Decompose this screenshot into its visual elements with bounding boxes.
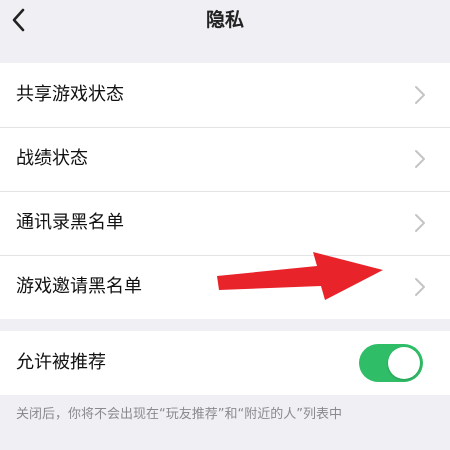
chevron-right-icon (415, 150, 425, 168)
chevron-right-icon (415, 278, 425, 296)
allow-recommend-toggle[interactable] (359, 344, 423, 382)
page-title: 隐私 (205, 9, 244, 31)
chevron-left-icon (12, 8, 25, 32)
chevron-right-icon (415, 86, 425, 104)
list-item-label: 战绩状态 (16, 148, 88, 169)
chevron-right-icon (415, 214, 425, 232)
allow-recommend-row: 允许被推荐 (0, 331, 450, 395)
allow-recommend-label: 允许被推荐 (16, 352, 106, 373)
privacy-settings-screen: 隐私 共享游戏状态 战绩状态 通讯录黑名单 游戏邀请黑名单 允许被推荐 关闭后，… (0, 0, 450, 450)
list-item-record-status[interactable]: 战绩状态 (0, 127, 450, 191)
list-item-label: 通讯录黑名单 (16, 212, 124, 233)
list-item-label: 共享游戏状态 (16, 84, 124, 105)
top-navigation-bar: 隐私 (0, 0, 450, 44)
recommend-footer-note: 关闭后，你将不会出现在“玩友推荐”和“附近的人”列表中 (16, 407, 342, 422)
toggle-knob (388, 347, 420, 379)
list-item-share-game-status[interactable]: 共享游戏状态 (0, 63, 450, 127)
list-item-label: 游戏邀请黑名单 (16, 276, 142, 297)
back-button[interactable] (8, 6, 32, 34)
recommend-section: 允许被推荐 (0, 331, 450, 395)
red-arrow-annotation (217, 252, 383, 300)
